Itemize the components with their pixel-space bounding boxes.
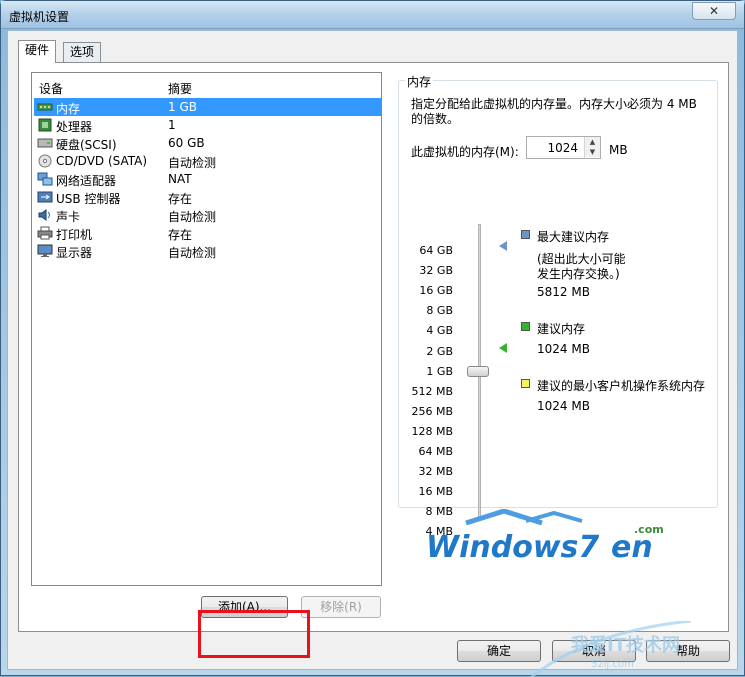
spin-buttons: ▲ ▼ <box>584 137 600 158</box>
device-row-printer[interactable]: 打印机 存在 <box>34 224 381 242</box>
device-summary: 自动检测 <box>168 210 217 224</box>
memory-unit: MB <box>609 143 628 157</box>
memory-group-title: 内存 <box>405 73 434 90</box>
column-header-device[interactable]: 设备 <box>39 80 63 97</box>
close-button[interactable]: ✕ <box>692 2 736 20</box>
recommended-memory-value: 1024 MB <box>537 342 590 356</box>
ok-button[interactable]: 确定 <box>457 640 541 662</box>
scale-label: 4 GB <box>426 324 453 338</box>
window-title: 虚拟机设置 <box>9 10 70 24</box>
max-memory-title: 最大建议内存 <box>537 230 610 244</box>
recommended-memory-legend-icon <box>521 322 530 331</box>
vm-settings-window: 虚拟机设置 ✕ 硬件 选项 设备 摘要 内存 1 GB 处理器 1 硬盘(SCS… <box>0 0 745 677</box>
device-name: 打印机 <box>56 228 93 242</box>
network-adapter-icon <box>37 172 53 186</box>
scale-label: 16 MB <box>418 485 453 499</box>
logo-com-text: .com <box>634 523 664 536</box>
max-memory-value: 5812 MB <box>537 285 590 299</box>
device-summary: 自动检测 <box>168 246 217 260</box>
scale-label: 16 GB <box>419 284 453 298</box>
memory-value[interactable]: 1024 <box>547 141 578 155</box>
tab-options[interactable]: 选项 <box>63 42 102 63</box>
tab-hardware[interactable]: 硬件 <box>18 40 57 63</box>
scale-label: 128 MB <box>411 424 453 438</box>
max-memory-note-line2: 发生内存交换。) <box>537 267 620 281</box>
spin-down-arrow-icon[interactable]: ▼ <box>585 147 600 157</box>
sound-card-icon <box>38 209 50 221</box>
logo-main-text: Windows7 <box>426 530 599 564</box>
memory-icon <box>37 103 53 111</box>
device-row-display[interactable]: 显示器 自动检测 <box>34 242 381 260</box>
display-icon <box>37 244 53 257</box>
min-memory-title: 建议的最小客户机操作系统内存 <box>537 379 706 393</box>
device-name: CD/DVD (SATA) <box>56 154 148 168</box>
device-name: USB 控制器 <box>56 192 121 206</box>
device-summary: 60 GB <box>168 136 205 150</box>
spin-up-arrow-icon[interactable]: ▲ <box>585 137 600 147</box>
title-bar[interactable]: 虚拟机设置 ✕ <box>1 1 744 29</box>
memory-spinbox[interactable]: 1024 ▲ ▼ <box>526 136 601 159</box>
device-summary: NAT <box>168 172 192 186</box>
device-summary: 1 GB <box>168 100 197 114</box>
recommended-memory-title: 建议内存 <box>537 322 586 336</box>
usb-icon <box>37 191 53 203</box>
max-memory-legend-icon <box>521 230 530 239</box>
device-summary: 存在 <box>168 228 193 242</box>
hard-disk-icon <box>37 138 53 148</box>
device-row-hard-disk[interactable]: 硬盘(SCSI) 60 GB <box>34 134 381 152</box>
memory-description: 指定分配给此虚拟机的内存量。内存大小必须为 4 MB 的倍数。 <box>411 97 697 126</box>
scale-label: 512 MB <box>411 384 453 398</box>
device-name: 硬盘(SCSI) <box>56 138 117 152</box>
scale-label: 32 GB <box>419 264 453 278</box>
scale-label: 32 MB <box>418 465 453 479</box>
device-row-processor[interactable]: 处理器 1 <box>34 116 381 134</box>
watermark-text: 我爱IT技术网 <box>571 634 680 656</box>
windows7en-logo: Windows7 en .com <box>426 509 664 564</box>
scale-label: 64 MB <box>418 445 453 458</box>
scale-label: 64 GB <box>419 244 453 257</box>
device-row-cd-dvd[interactable]: CD/DVD (SATA) 自动检测 <box>34 152 381 170</box>
watermark-logo: 我爱IT技术网 52ij.com <box>531 621 692 677</box>
min-memory-value: 1024 MB <box>537 399 590 413</box>
max-memory-marker-icon <box>499 241 507 251</box>
device-summary: 自动检测 <box>168 156 217 170</box>
list-header: 设备 摘要 <box>32 73 381 97</box>
min-memory-legend-icon <box>521 379 530 388</box>
memory-field-label: 此虚拟机的内存(M): <box>411 145 519 159</box>
scale-label: 8 GB <box>426 304 453 318</box>
processor-icon <box>38 118 52 132</box>
memory-slider-thumb[interactable] <box>467 365 489 377</box>
recommended-memory-marker-icon <box>499 343 507 353</box>
printer-icon <box>37 226 53 240</box>
device-name: 显示器 <box>56 246 93 260</box>
device-row-usb-controller[interactable]: USB 控制器 存在 <box>34 188 381 206</box>
cd-dvd-icon <box>38 154 52 168</box>
dialog-client-area: 硬件 选项 设备 摘要 内存 1 GB 处理器 1 硬盘(SCSI) 60 GB… <box>7 30 738 670</box>
watermark-sub-text: 52ij.com <box>591 659 634 670</box>
remove-button: 移除(R) <box>301 596 381 618</box>
device-name: 网络适配器 <box>56 174 117 188</box>
scale-label: 1 GB <box>426 364 453 378</box>
device-name: 处理器 <box>56 120 93 134</box>
device-row-sound-card[interactable]: 声卡 自动检测 <box>34 206 381 224</box>
device-row-memory[interactable]: 内存 1 GB <box>34 98 381 116</box>
scale-label: 256 MB <box>411 404 453 418</box>
device-summary: 1 <box>168 118 176 132</box>
scale-label: 2 GB <box>426 344 453 358</box>
device-name: 声卡 <box>56 210 81 224</box>
device-list[interactable]: 设备 摘要 内存 1 GB 处理器 1 硬盘(SCSI) 60 GB CD/DV… <box>31 72 382 586</box>
add-button-highlight <box>198 610 310 658</box>
device-summary: 存在 <box>168 192 193 206</box>
device-row-network-adapter[interactable]: 网络适配器 NAT <box>34 170 381 188</box>
memory-group: 内存 指定分配给此虚拟机的内存量。内存大小必须为 4 MB 的倍数。 此虚拟机的… <box>398 73 718 538</box>
device-name: 内存 <box>56 102 81 116</box>
column-header-summary[interactable]: 摘要 <box>168 80 192 97</box>
